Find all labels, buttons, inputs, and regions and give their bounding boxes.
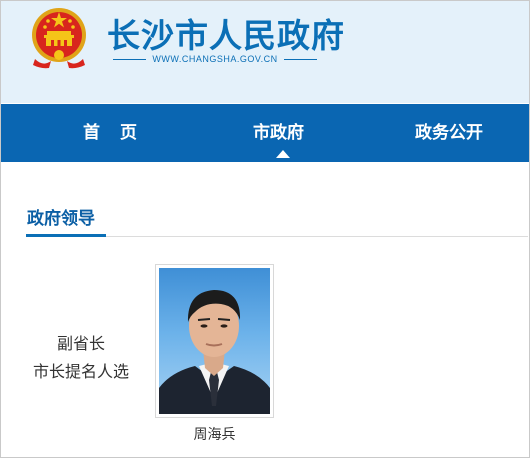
nav-item-government-affairs[interactable]: 政务公开	[415, 104, 483, 162]
divider-line	[283, 58, 317, 60]
portrait-image	[159, 290, 270, 414]
main-nav: 首页 市政府 政务公开	[1, 104, 529, 162]
section-title-underline	[26, 234, 106, 237]
active-nav-indicator-icon	[276, 150, 290, 158]
leader-photo-frame[interactable]	[155, 264, 274, 418]
section-title: 政府领导	[27, 209, 95, 229]
leader-photo[interactable]	[159, 268, 270, 414]
leader-name[interactable]: 周海兵	[155, 424, 274, 444]
site-url: WWW.CHANGSHA.GOV.CN	[152, 54, 278, 64]
nav-item-home[interactable]: 首页	[83, 104, 157, 162]
divider-line	[113, 58, 147, 60]
site-title[interactable]: 长沙市人民政府	[107, 9, 345, 57]
leader-role-line1: 副省长	[56, 334, 105, 353]
leader-role: 副省长 市长提名人选	[26, 330, 136, 386]
national-emblem-icon[interactable]	[29, 5, 89, 69]
site-header: 长沙市人民政府 WWW.CHANGSHA.GOV.CN	[1, 1, 529, 103]
site-url-row: WWW.CHANGSHA.GOV.CN	[113, 52, 317, 66]
leader-role-line2: 市长提名人选	[32, 362, 129, 381]
